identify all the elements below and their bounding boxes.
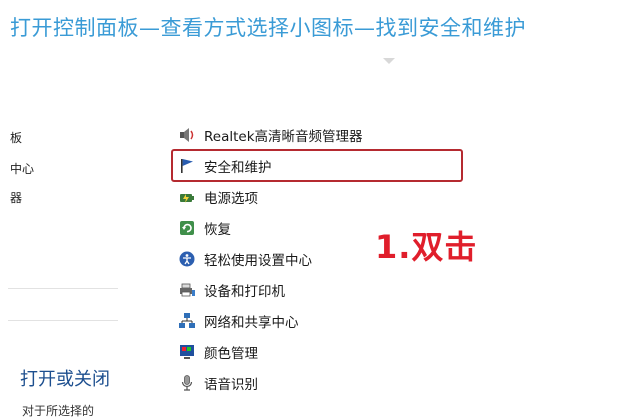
left-section-heading: 打开或关闭 xyxy=(20,369,110,390)
left-section-subtext: 对于所选择的 xyxy=(22,404,95,418)
item-devices-printers[interactable]: 设备和打印机 xyxy=(178,278,463,302)
item-label: 网络和共享中心 xyxy=(204,315,299,331)
annotation-double-click: 1.双击 xyxy=(375,228,478,266)
item-label: 语音识别 xyxy=(204,377,258,393)
item-label: 颜色管理 xyxy=(204,346,258,362)
divider xyxy=(8,320,118,321)
item-realtek-audio[interactable]: Realtek高清晰音频管理器 xyxy=(178,123,463,147)
item-network-sharing[interactable]: 网络和共享中心 xyxy=(178,309,463,333)
left-nav-fragment[interactable]: 器 xyxy=(10,189,22,206)
item-label: 设备和打印机 xyxy=(204,284,285,300)
item-color-management[interactable]: 颜色管理 xyxy=(178,340,463,364)
item-label: 轻松使用设置中心 xyxy=(204,253,312,269)
color-management-icon xyxy=(178,343,196,361)
collapse-caret-icon[interactable] xyxy=(383,58,395,64)
highlight-box xyxy=(171,149,463,182)
item-label: 恢复 xyxy=(204,222,231,238)
power-icon xyxy=(178,188,196,206)
left-nav-fragment[interactable]: 板 xyxy=(10,129,22,146)
speaker-icon xyxy=(178,126,196,144)
ease-of-access-icon xyxy=(178,250,196,268)
recovery-icon xyxy=(178,219,196,237)
item-speech-recognition[interactable]: 语音识别 xyxy=(178,371,463,395)
printer-icon xyxy=(178,281,196,299)
left-nav-fragment[interactable]: 中心 xyxy=(10,160,34,177)
divider xyxy=(8,288,118,289)
microphone-icon xyxy=(178,374,196,392)
instruction-headline: 打开控制面板—查看方式选择小图标—找到安全和维护 xyxy=(10,16,526,40)
item-power-options[interactable]: 电源选项 xyxy=(178,185,463,209)
network-icon xyxy=(178,312,196,330)
item-label: Realtek高清晰音频管理器 xyxy=(204,129,363,145)
item-label: 电源选项 xyxy=(204,191,258,207)
